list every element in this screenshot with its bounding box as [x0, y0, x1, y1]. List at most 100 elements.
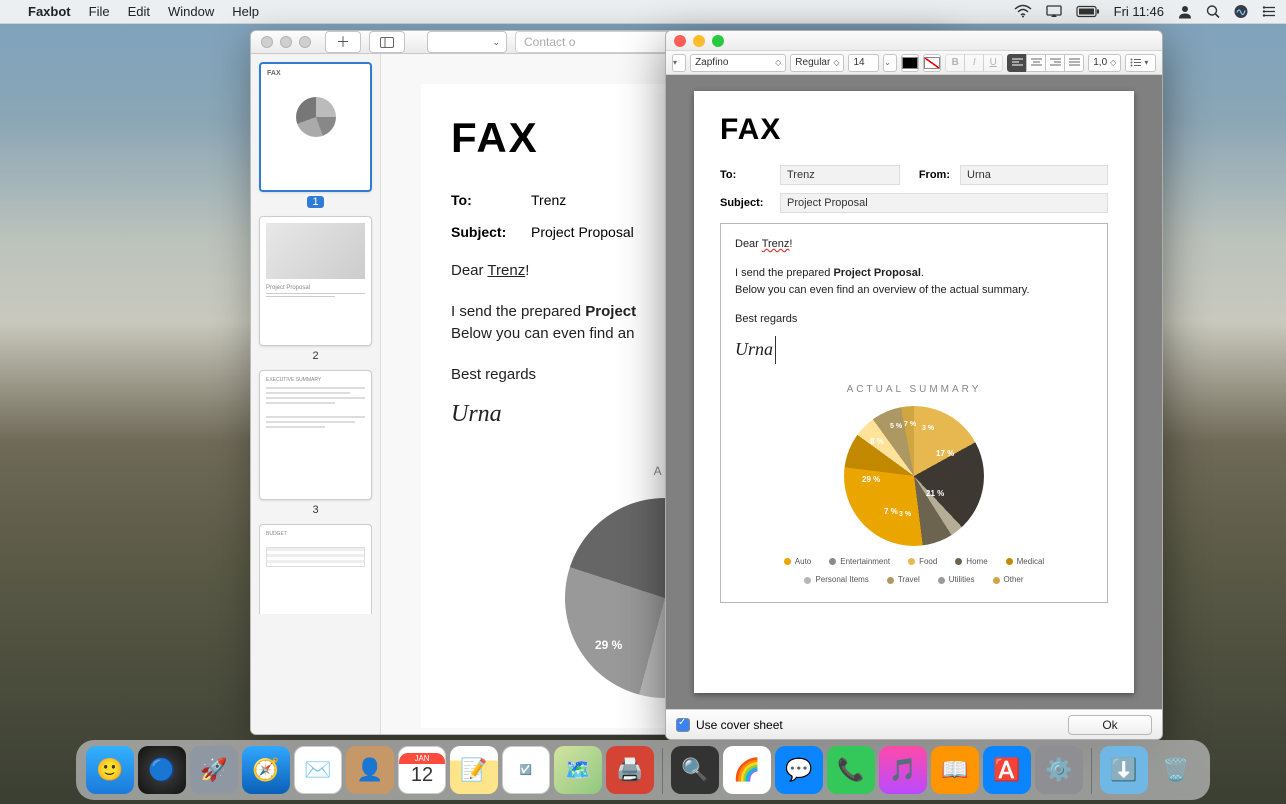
- editor-from-value: Urna: [967, 169, 991, 181]
- dock-printer[interactable]: 🖨️: [606, 746, 654, 794]
- legend-food: Food: [919, 556, 937, 568]
- dock-cal-month: JAN: [399, 753, 445, 764]
- align-right-button[interactable]: [1045, 54, 1065, 72]
- page-thumbnail-rail[interactable]: FAX 1 Project Proposal 2 EXECUTIVE SUMMA…: [251, 54, 381, 735]
- preview-greeting-post: !: [525, 262, 529, 279]
- thumb4-caption: BUDGET: [266, 531, 365, 537]
- align-center-button[interactable]: [1026, 54, 1046, 72]
- dock-messages[interactable]: 💬: [775, 746, 823, 794]
- ed-greet-post: !: [789, 238, 792, 250]
- thumbnail-page-4[interactable]: BUDGET: [259, 524, 372, 614]
- use-cover-sheet-checkbox[interactable]: [676, 718, 690, 732]
- underline-button[interactable]: U: [983, 54, 1003, 72]
- dock-siri[interactable]: 🔵: [138, 746, 186, 794]
- menu-edit[interactable]: Edit: [128, 4, 150, 19]
- thumbnail-page-3[interactable]: EXECUTIVE SUMMARY 3: [259, 370, 372, 516]
- recipient-dropdown[interactable]: ⌄: [427, 31, 507, 53]
- editor-to-input[interactable]: Trenz: [780, 165, 900, 185]
- legend-entertainment: Entertainment: [840, 556, 890, 568]
- dock-photos[interactable]: 🌈: [723, 746, 771, 794]
- font-size-stepper[interactable]: ⌄: [883, 54, 897, 72]
- font-style-selector[interactable]: Regular◇: [790, 54, 844, 72]
- bg-color-button[interactable]: [923, 54, 941, 72]
- airplay-icon[interactable]: [1046, 4, 1062, 19]
- siri-icon[interactable]: [1234, 4, 1248, 19]
- battery-icon[interactable]: [1076, 4, 1100, 19]
- legend-personal: Personal Items: [815, 574, 868, 586]
- spotlight-icon[interactable]: [1206, 4, 1220, 19]
- editor-body-textarea[interactable]: Dear Trenz! I send the prepared Project …: [720, 223, 1108, 603]
- dock-preferences[interactable]: ⚙️: [1035, 746, 1083, 794]
- legend-other: Other: [1004, 574, 1024, 586]
- italic-button[interactable]: I: [964, 54, 984, 72]
- app-menu[interactable]: Faxbot: [28, 4, 71, 19]
- close-button[interactable]: [674, 35, 686, 47]
- dock-photos-loupe[interactable]: 🔍: [671, 746, 719, 794]
- thumbnail-page-2[interactable]: Project Proposal 2: [259, 216, 372, 362]
- thumb3-label: 3: [312, 504, 318, 516]
- text-color-button[interactable]: [901, 54, 919, 72]
- preview-line1-pre: I send the prepared: [451, 303, 585, 320]
- preview-to-value: Trenz: [531, 192, 566, 208]
- dock-trash[interactable]: 🗑️: [1152, 746, 1200, 794]
- dock-appstore[interactable]: 🅰️: [983, 746, 1031, 794]
- dock-contacts[interactable]: 👤: [346, 746, 394, 794]
- user-icon[interactable]: [1178, 4, 1192, 19]
- dock-books[interactable]: 📖: [931, 746, 979, 794]
- list-style-selector[interactable]: ▾: [1125, 54, 1156, 72]
- align-justify-button[interactable]: [1064, 54, 1084, 72]
- editor-titlebar: [666, 31, 1162, 51]
- dock-mail[interactable]: ✉️: [294, 746, 342, 794]
- dock-notes[interactable]: 📝: [450, 746, 498, 794]
- menu-file[interactable]: File: [89, 4, 110, 19]
- dock-reminders[interactable]: ☑️: [502, 746, 550, 794]
- editor-canvas[interactable]: FAX To: Trenz From: Urna Subject: Projec…: [666, 75, 1162, 709]
- editor-title: FAX: [720, 113, 1108, 147]
- dock-downloads[interactable]: ⬇️: [1100, 746, 1148, 794]
- thumb3-caption: EXECUTIVE SUMMARY: [266, 377, 365, 383]
- editor-subject-input[interactable]: Project Proposal: [780, 193, 1108, 213]
- font-family-selector[interactable]: Zapfino◇: [690, 54, 786, 72]
- font-style-value: Regular: [795, 57, 830, 68]
- font-size-value: 14: [853, 57, 864, 68]
- line-spacing-selector[interactable]: 1,0◇: [1088, 54, 1121, 72]
- minimize-button[interactable]: [280, 36, 292, 48]
- close-button[interactable]: [261, 36, 273, 48]
- new-tab-button[interactable]: ＋: [325, 31, 361, 53]
- menu-help[interactable]: Help: [232, 4, 259, 19]
- notification-center-icon[interactable]: [1262, 4, 1276, 19]
- ed-p2: Below you can even find an overview of t…: [735, 282, 1093, 299]
- traffic-lights-inactive[interactable]: [261, 36, 311, 48]
- wifi-icon[interactable]: [1014, 4, 1032, 19]
- editor-subject-label: Subject:: [720, 197, 770, 209]
- minimize-button[interactable]: [693, 35, 705, 47]
- preview-to-label: To:: [451, 192, 531, 208]
- ed-signature: Urna: [735, 336, 776, 364]
- dock-calendar[interactable]: JAN 12: [398, 746, 446, 794]
- paragraph-style-selector[interactable]: ▾: [672, 54, 686, 72]
- preview-line2: Below you can even find an: [451, 325, 634, 342]
- ed-p1-post: .: [921, 267, 924, 279]
- dock-music[interactable]: 🎵: [879, 746, 927, 794]
- bold-button[interactable]: B: [945, 54, 965, 72]
- zoom-button[interactable]: [712, 35, 724, 47]
- dock-safari[interactable]: 🧭: [242, 746, 290, 794]
- dock-finder[interactable]: 🙂: [86, 746, 134, 794]
- dock-maps[interactable]: 🗺️: [554, 746, 602, 794]
- clock[interactable]: Fri 11:46: [1114, 4, 1164, 19]
- thumb1-label: 1: [307, 196, 323, 208]
- editor-traffic-lights[interactable]: [674, 35, 724, 47]
- preview-line1-bold: Project: [585, 303, 636, 320]
- ok-button[interactable]: Ok: [1068, 715, 1152, 735]
- macos-menubar: Faxbot File Edit Window Help Fri 11:46: [0, 0, 1286, 24]
- dock-launchpad[interactable]: 🚀: [190, 746, 238, 794]
- editor-from-input[interactable]: Urna: [960, 165, 1108, 185]
- menu-window[interactable]: Window: [168, 4, 214, 19]
- pie-legend: Auto Entertainment Food Home Medical Per…: [735, 552, 1093, 591]
- zoom-button[interactable]: [299, 36, 311, 48]
- align-left-button[interactable]: [1007, 54, 1027, 72]
- thumbnail-page-1[interactable]: FAX 1: [259, 62, 372, 208]
- dock-facetime[interactable]: 📞: [827, 746, 875, 794]
- font-size-field[interactable]: 14: [848, 54, 879, 72]
- sidebar-toggle-button[interactable]: [369, 31, 405, 53]
